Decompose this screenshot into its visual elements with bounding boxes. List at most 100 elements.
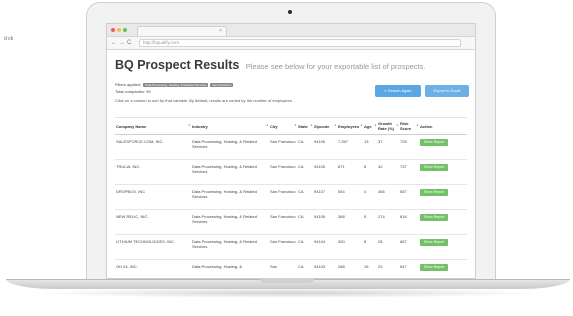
show-report-button[interactable]: Show Report bbox=[420, 139, 449, 146]
table-row: SALESFORCE.COM, INC. Data Processing, Ho… bbox=[115, 134, 467, 160]
laptop-screen: × ← → C http://bqualify.com BQ Prospect … bbox=[106, 23, 476, 279]
zipcode: 94105 bbox=[313, 159, 337, 185]
sort-icon[interactable]: ♦ bbox=[360, 123, 362, 127]
browser-tab[interactable]: × bbox=[137, 26, 227, 36]
column-header[interactable]: Zipcode ♦ bbox=[313, 117, 337, 135]
industry: Data Processing, Hosting, & Related Serv… bbox=[191, 184, 269, 210]
employees: 388 bbox=[337, 209, 363, 235]
state: CA bbox=[297, 259, 313, 278]
action-cell: Show Report bbox=[419, 209, 467, 235]
city: San Francisco bbox=[269, 234, 297, 260]
minimize-window-icon[interactable] bbox=[117, 28, 121, 32]
state: CA bbox=[297, 184, 313, 210]
browser-navbar: ← → C http://bqualify.com bbox=[107, 37, 475, 50]
company-name: OH 24, INC. bbox=[115, 259, 191, 278]
growth-rate: 23 bbox=[377, 259, 399, 278]
column-header[interactable]: Industry ♦ bbox=[191, 117, 269, 135]
reload-icon[interactable]: C bbox=[127, 39, 131, 47]
show-report-button[interactable]: Show Report bbox=[420, 189, 449, 196]
search-icon: ⌕ bbox=[384, 88, 387, 93]
forward-icon[interactable]: → bbox=[119, 39, 125, 47]
column-header[interactable]: Age ♦ bbox=[363, 117, 377, 135]
growth-rate: 42 bbox=[377, 159, 399, 185]
company-name: SALESFORCE.COM, INC. bbox=[115, 134, 191, 160]
close-window-icon[interactable] bbox=[111, 28, 115, 32]
risk-score: 647 bbox=[399, 259, 419, 278]
sort-icon[interactable]: ♦ bbox=[266, 123, 268, 127]
growth-rate: 28 bbox=[377, 234, 399, 260]
state: CA bbox=[297, 234, 313, 260]
title-row: BQ Prospect Results Please see below for… bbox=[115, 56, 467, 74]
city: San Francisco bbox=[269, 159, 297, 185]
company-name: NEW RELIC, INC. bbox=[115, 209, 191, 235]
column-header[interactable]: Company Name ♦ bbox=[115, 117, 191, 135]
growth-rate: 274 bbox=[377, 209, 399, 235]
industry: Data Processing, Hosting, & Related Serv… bbox=[191, 234, 269, 260]
zipcode: 94104 bbox=[313, 234, 337, 260]
state: CA bbox=[297, 159, 313, 185]
column-header[interactable]: City ♦ bbox=[269, 117, 297, 135]
page-title: BQ Prospect Results bbox=[115, 58, 240, 72]
results-table: Company Name ♦ Industry ♦ City ♦ State ♦ Zip… bbox=[115, 117, 467, 278]
export-to-excel-button[interactable]: Export to Excel bbox=[425, 85, 469, 97]
sort-icon[interactable]: ♦ bbox=[294, 123, 296, 127]
table-row: NEW RELIC, INC. Data Processing, Hosting… bbox=[115, 209, 467, 235]
page-subtitle: Please see below for your exportable lis… bbox=[245, 62, 426, 71]
filters-label: Filters applied: bbox=[115, 82, 142, 87]
url-field[interactable]: http://bqualify.com bbox=[139, 39, 461, 47]
filter-chip[interactable]: San Francisco bbox=[210, 82, 234, 87]
maximize-window-icon[interactable] bbox=[123, 28, 127, 32]
city: San Francisco bbox=[269, 184, 297, 210]
action-cell: Show Report bbox=[419, 159, 467, 185]
employees: 300 bbox=[337, 234, 363, 260]
show-report-button[interactable]: Show Report bbox=[420, 214, 449, 221]
sort-icon[interactable]: ♦ bbox=[416, 123, 418, 127]
company-name: LITHIUM TECHNOLOGIES, INC. bbox=[115, 234, 191, 260]
sort-icon[interactable]: ♦ bbox=[334, 123, 336, 127]
zipcode: 94103 bbox=[313, 259, 337, 278]
age: 15 bbox=[363, 259, 377, 278]
age: 8 bbox=[363, 159, 377, 185]
show-report-button[interactable]: Show Report bbox=[420, 239, 449, 246]
city: San Francisco bbox=[269, 134, 297, 160]
action-cell: Show Report bbox=[419, 184, 467, 210]
table-row: TRULIA, INC. Data Processing, Hosting, &… bbox=[115, 159, 467, 185]
column-header: Action bbox=[419, 117, 467, 135]
company-name: DROPBOX, INC bbox=[115, 184, 191, 210]
industry: Data Processing, Hosting, & Related Serv… bbox=[191, 134, 269, 160]
industry: Data Processing, Hosting, & Related Serv… bbox=[191, 159, 269, 185]
show-report-button[interactable]: Show Report bbox=[420, 164, 449, 171]
zipcode: 94105 bbox=[313, 209, 337, 235]
laptop-lid: × ← → C http://bqualify.com BQ Prospect … bbox=[86, 2, 496, 280]
zipcode: 94105 bbox=[313, 134, 337, 160]
risk-score: 725 bbox=[399, 134, 419, 160]
search-again-button[interactable]: ⌕ Search Again bbox=[375, 85, 421, 97]
column-header[interactable]: Employees ♦ bbox=[337, 117, 363, 135]
risk-score: 687 bbox=[399, 234, 419, 260]
age: 5 bbox=[363, 209, 377, 235]
results-body: SALESFORCE.COM, INC. Data Processing, Ho… bbox=[115, 134, 467, 278]
column-header[interactable]: Growth Rate (%) ♦ bbox=[377, 117, 399, 135]
tab-close-icon[interactable]: × bbox=[219, 28, 222, 34]
growth-rate: 37 bbox=[377, 134, 399, 160]
table-row: LITHIUM TECHNOLOGIES, INC. Data Processi… bbox=[115, 234, 467, 260]
sort-icon[interactable]: ♦ bbox=[310, 123, 312, 127]
filter-chip[interactable]: Data Processing, Hosting, & Related Serv… bbox=[143, 82, 209, 87]
column-header[interactable]: State ♦ bbox=[297, 117, 313, 135]
column-header[interactable]: Risk Score ♦ bbox=[399, 117, 419, 135]
show-report-button[interactable]: Show Report bbox=[420, 264, 449, 271]
search-again-label: Search Again bbox=[387, 88, 412, 93]
sort-icon[interactable]: ♦ bbox=[188, 123, 190, 127]
browser-titlebar: × bbox=[107, 24, 475, 37]
sort-icon[interactable]: ♦ bbox=[374, 123, 376, 127]
table-header-row: Company Name ♦ Industry ♦ City ♦ State ♦ Zip… bbox=[115, 117, 467, 135]
sort-icon[interactable]: ♦ bbox=[396, 123, 398, 127]
age: 8 bbox=[363, 234, 377, 260]
employees: 871 bbox=[337, 159, 363, 185]
risk-score: 737 bbox=[399, 159, 419, 185]
employees: 288 bbox=[337, 259, 363, 278]
back-icon[interactable]: ← bbox=[111, 39, 117, 47]
state: CA bbox=[297, 209, 313, 235]
laptop-shadow bbox=[30, 288, 546, 298]
age: 13 bbox=[363, 134, 377, 160]
